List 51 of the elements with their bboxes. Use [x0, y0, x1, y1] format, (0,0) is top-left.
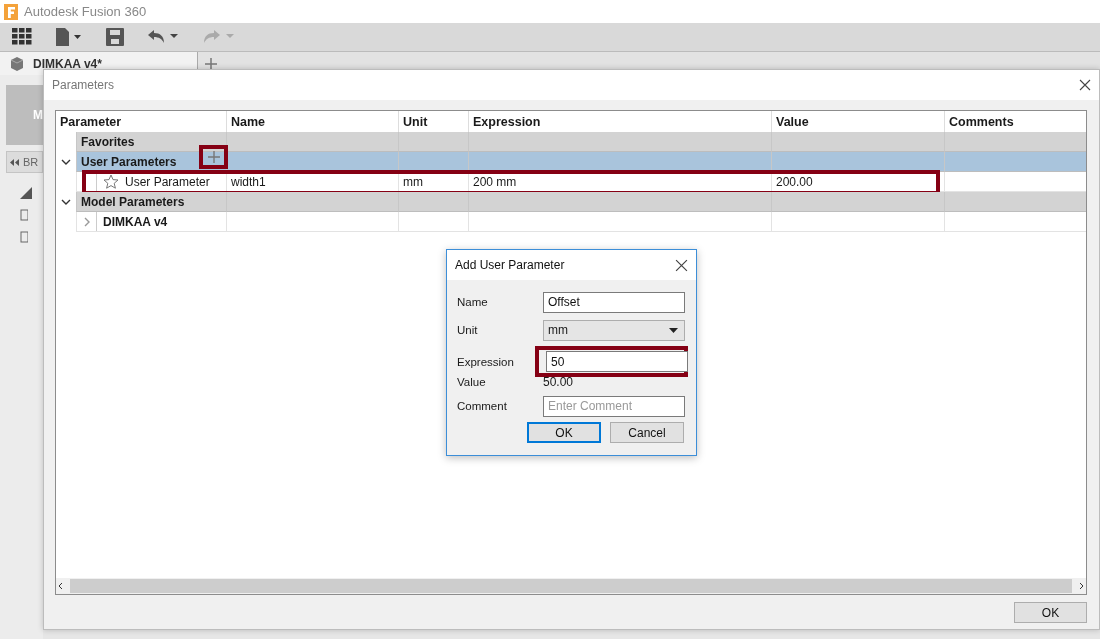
unit-dropdown[interactable]: mm — [543, 319, 685, 341]
group-label: Favorites — [81, 134, 135, 149]
window-title: Autodesk Fusion 360 — [24, 4, 147, 19]
cancel-button[interactable]: Cancel — [610, 422, 684, 443]
input-field[interactable]: Offset — [543, 291, 685, 313]
field-label: Name — [457, 296, 489, 308]
field-label: Unit — [457, 324, 479, 336]
value-readout: 50.00 — [543, 375, 575, 389]
field-label: Comment — [457, 400, 508, 412]
horizontal-scrollbar[interactable] — [56, 578, 1086, 594]
file-menu-button[interactable] — [54, 28, 84, 46]
table-row[interactable]: DIMKAA v4 — [56, 212, 1086, 232]
parameter-label: User Parameter — [125, 174, 210, 189]
input-field[interactable]: 50 — [546, 351, 688, 372]
plus-icon[interactable] — [204, 56, 218, 71]
chevron-icon[interactable] — [61, 157, 71, 167]
panel-heading: M — [6, 85, 43, 145]
table-cell: 200.00 — [776, 174, 813, 189]
undo-button[interactable] — [146, 29, 180, 45]
browser-bar[interactable]: BR — [6, 151, 43, 173]
ok-button[interactable]: OK — [1014, 602, 1087, 623]
dropdown-arrow-icon — [669, 327, 678, 333]
table-cell: mm — [403, 174, 423, 189]
dialog-title: Add User Parameter — [455, 258, 565, 272]
add-parameter-button[interactable] — [199, 145, 228, 169]
group-label: Model Parameters — [81, 194, 185, 209]
close-icon[interactable] — [675, 258, 688, 272]
apps-grid-button[interactable] — [12, 28, 32, 46]
table-row[interactable]: User Parameters — [56, 152, 1086, 172]
close-icon[interactable] — [1079, 79, 1091, 91]
table-row[interactable]: Model Parameters — [56, 192, 1086, 212]
triangle-icon — [20, 187, 32, 199]
save-button[interactable] — [106, 28, 124, 46]
star-icon[interactable] — [103, 174, 119, 189]
component-label: DIMKAA v4 — [103, 214, 168, 229]
browser-label: BR — [23, 156, 39, 168]
collapse-icon[interactable] — [10, 158, 19, 166]
dialog-title: Parameters — [52, 78, 115, 92]
field-label: Value — [457, 376, 487, 388]
ok-button[interactable]: OK — [527, 422, 601, 443]
field-label: Expression — [457, 355, 515, 368]
app-logo-icon — [4, 3, 18, 20]
table-row[interactable]: Favorites — [56, 132, 1086, 152]
table-cell: width1 — [231, 174, 266, 189]
table-cell: 200 mm — [473, 174, 517, 189]
document-tab-label: DIMKAA v4* — [33, 56, 102, 71]
plus-icon — [207, 151, 220, 163]
cube-icon — [9, 55, 25, 72]
input-field[interactable]: Enter Comment — [543, 395, 685, 417]
chevron-icon[interactable] — [61, 197, 71, 207]
group-label: User Parameters — [81, 154, 177, 169]
